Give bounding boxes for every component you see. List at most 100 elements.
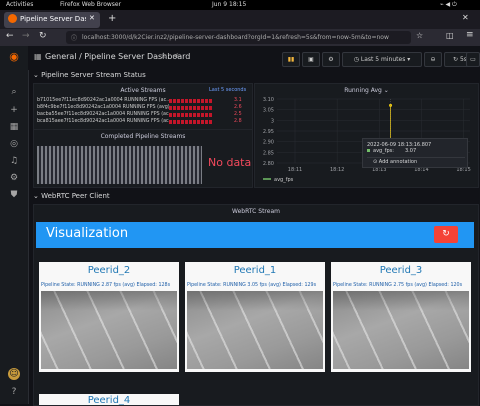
visualization-banner: Visualization ↻	[36, 222, 474, 248]
row-webrtc[interactable]: ⌄ WebRTC Peer Client	[33, 192, 110, 200]
dashboard-header: ▦ General / Pipeline Server Dashboard ☆ …	[28, 46, 480, 70]
stream-label: bacba55ee7f11ec8d90242ac1a0004 RUNNING F…	[37, 112, 174, 117]
peer-title: Peerid_2	[87, 265, 131, 276]
webrtc-stream-panel: WebRTC Stream Visualization ↻ Peerid_2 P…	[33, 204, 479, 406]
tab-title: Pipeline Server Dashboard	[20, 15, 86, 23]
y-tick-label: 3	[271, 118, 274, 124]
refresh-button[interactable]: ↻	[434, 226, 458, 243]
tooltip-value: 3.07	[405, 148, 417, 154]
bookmark-star-icon[interactable]: ☆	[416, 31, 423, 40]
gear-icon[interactable]: ⚙	[322, 52, 340, 67]
page-info-icon: ⓘ	[71, 35, 78, 42]
stream-value: 2.6	[234, 105, 242, 110]
save-icon[interactable]: ▣	[302, 52, 320, 67]
reload-icon[interactable]: ↻	[39, 31, 47, 41]
search-icon[interactable]: ⌕	[8, 86, 20, 98]
activities-label[interactable]: Activities	[6, 1, 33, 8]
star-icon[interactable]: ☆	[160, 51, 167, 60]
y-tick-label: 2.95	[263, 129, 274, 135]
share-icon[interactable]: ⋖	[172, 51, 179, 60]
browser-tab[interactable]: Pipeline Server Dashboard ✕	[4, 12, 100, 28]
time-picker[interactable]: ◷ Last 5 minutes ▾	[342, 52, 422, 67]
divider	[367, 157, 465, 158]
pocket-icon[interactable]: ◫	[446, 31, 454, 40]
panel-title-text: Running Avg	[344, 87, 382, 94]
grafana-logo-icon[interactable]: ◉	[8, 51, 20, 63]
help-icon[interactable]: ?	[8, 386, 20, 398]
series-swatch	[367, 149, 370, 152]
row-webrtc-title: WebRTC Peer Client	[41, 192, 110, 200]
stream-row: bca815aee7f11ec8d90242ac1a0004 RUNNING F…	[37, 119, 173, 124]
no-data-label: No data	[208, 156, 252, 169]
running-avg-panel: Running Avg ⌄ 3.10 3.05 3 2.95 2.90 2.85 2.80 1…	[254, 83, 479, 188]
add-annotation-button[interactable]: ⊙ Add annotation	[373, 159, 417, 165]
completed-streams-bars	[37, 146, 202, 184]
video-stream[interactable]	[333, 291, 469, 369]
peer-title: Peerid_3	[379, 265, 423, 276]
row-status[interactable]: ⌄ Pipeline Server Stream Status	[33, 71, 146, 79]
dashboards-icon[interactable]: ▦	[8, 121, 20, 133]
chevron-down-icon: ⌄	[33, 71, 42, 79]
peer-card: Peerid_2 Pipeline State: RUNNING 2.87 fp…	[39, 262, 179, 372]
chevron-down-icon: ⌄	[33, 192, 42, 200]
close-window-icon[interactable]: ✕	[462, 13, 469, 22]
configuration-icon[interactable]: ⚙	[8, 172, 20, 184]
completed-streams-panel: Completed Pipeline Streams No data	[33, 129, 253, 188]
grafana-favicon-icon	[8, 14, 17, 23]
zoom-out-icon[interactable]: ⊖	[424, 52, 442, 67]
alerting-icon[interactable]: ♫	[8, 155, 20, 167]
video-stream[interactable]	[41, 291, 177, 369]
clock-icon: ◷	[353, 56, 361, 63]
panel-title: Completed Pipeline Streams	[100, 133, 186, 140]
peer-card: Peerid_1 Pipeline State: RUNNING 3.05 fp…	[185, 262, 325, 372]
add-annotation-label: Add annotation	[378, 159, 418, 165]
peer-state: Pipeline State: RUNNING 2.87 fps (avg) E…	[41, 283, 171, 288]
clock: Jun 9 18:15	[212, 1, 247, 8]
tv-mode-icon[interactable]: ▭	[466, 52, 480, 67]
tooltip: 2022-06-09 18:13:16.807 avg_fps: 3.07 ⊙ …	[362, 138, 468, 168]
system-tray-icons[interactable]: ⌁ ◀ ⏻	[440, 1, 457, 9]
url-text: localhost:3000/d/k2Cier.inz2/pipeline-se…	[82, 34, 389, 41]
refresh-icon: ↻	[453, 56, 460, 63]
y-tick-label: 2.85	[263, 150, 274, 156]
avatar[interactable]: ☺	[8, 368, 20, 380]
explore-icon[interactable]: ◎	[8, 138, 20, 150]
panel-title[interactable]: Running Avg ⌄	[255, 87, 478, 94]
legend-label: avg_fps	[274, 177, 294, 183]
add-icon[interactable]: +	[8, 104, 20, 116]
y-tick-label: 3.05	[263, 108, 274, 114]
back-icon[interactable]: ←	[6, 31, 14, 41]
y-tick-label: 2.80	[263, 161, 274, 167]
url-bar[interactable]: ⓘ localhost:3000/d/k2Cier.inz2/pipeline-…	[66, 31, 411, 44]
banner-title: Visualization	[46, 226, 129, 241]
shield-icon[interactable]: ⛊	[8, 189, 20, 201]
stream-value: 2.8	[234, 119, 242, 124]
add-panel-button[interactable]: ▮▮	[282, 52, 300, 67]
x-tick-label: 18:12	[330, 167, 344, 173]
peer-state: Pipeline State: RUNNING 2.75 fps (avg) E…	[333, 283, 463, 288]
forward-icon[interactable]: →	[22, 31, 30, 41]
tooltip-series: avg_fps:	[373, 148, 394, 154]
stream-gauge-bar	[169, 106, 213, 110]
close-icon[interactable]: ✕	[89, 14, 95, 22]
time-range-label: Last 5 minutes	[360, 56, 406, 63]
active-streams-panel: Active Streams Last 5 seconds b71015ee7f…	[33, 83, 253, 130]
new-tab-icon[interactable]: +	[108, 13, 116, 24]
x-tick-label: 18:11	[288, 167, 302, 173]
y-tick-label: 2.90	[263, 140, 274, 146]
stream-label: b71015ee7f11ec8d90242ac1a0004 RUNNING FP…	[37, 98, 171, 103]
stream-gauge-bar	[169, 120, 213, 124]
peer-card: Peerid_3 Pipeline State: RUNNING 2.75 fp…	[331, 262, 471, 372]
peer-card: Peerid_4	[39, 394, 179, 405]
stream-value: 2.5	[234, 112, 242, 117]
peer-state: Pipeline State: RUNNING 3.05 fps (avg) E…	[187, 283, 317, 288]
stream-list: b71015ee7f11ec8d90242ac1a0004 RUNNING FP…	[37, 98, 249, 128]
video-stream[interactable]	[187, 291, 323, 369]
stream-gauge-bar	[169, 113, 213, 117]
breadcrumb[interactable]: General / Pipeline Server Dashboard	[45, 52, 190, 61]
stream-gauge-bar	[169, 99, 213, 103]
menu-icon[interactable]: ≡	[466, 30, 474, 40]
dashboard-grid-icon: ▦	[34, 52, 42, 61]
stream-row: bacba55ee7f11ec8d90242ac1a0004 RUNNING F…	[37, 112, 173, 117]
stream-row: b71015ee7f11ec8d90242ac1a0004 RUNNING FP…	[37, 98, 171, 103]
